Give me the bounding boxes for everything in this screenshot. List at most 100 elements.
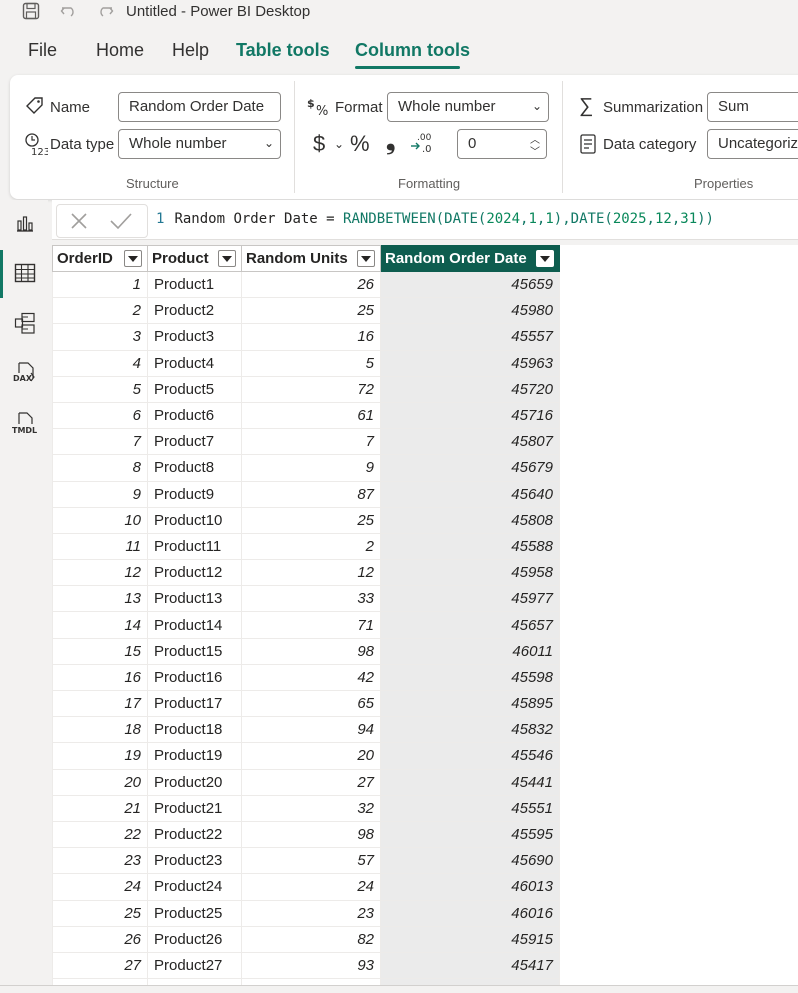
cell-orderid[interactable]: 21	[52, 794, 148, 822]
cell-random-units[interactable]: 23	[241, 899, 381, 927]
cell-random-units[interactable]: 72	[241, 375, 381, 403]
cell-product[interactable]: Product3	[147, 323, 242, 351]
cell-random-units[interactable]: 87	[241, 480, 381, 508]
cell-orderid[interactable]: 7	[52, 428, 148, 456]
save-icon[interactable]	[20, 0, 42, 22]
format-select[interactable]: Whole number ⌄	[387, 92, 549, 122]
table-row[interactable]: 15 Product15 98 46011	[52, 637, 560, 665]
cell-random-order-date[interactable]: 45720	[380, 375, 560, 403]
table-row[interactable]: 22 Product22 98 45595	[52, 820, 560, 849]
cell-orderid[interactable]: 8	[52, 454, 148, 482]
cell-product[interactable]: Product21	[147, 794, 242, 822]
cell-orderid[interactable]: 17	[52, 689, 148, 718]
cell-random-order-date[interactable]: 45980	[380, 297, 560, 325]
cell-orderid[interactable]: 15	[52, 637, 148, 665]
table-row[interactable]: 21 Product21 32 45551	[52, 794, 560, 822]
model-view-icon[interactable]	[12, 310, 38, 336]
filter-dropdown-icon[interactable]	[218, 250, 236, 267]
cell-product[interactable]: Product1	[147, 270, 242, 299]
table-row[interactable]: 9 Product9 87 45640	[52, 480, 560, 508]
table-row[interactable]: 23 Product23 57 45690	[52, 847, 560, 875]
cell-random-units[interactable]: 65	[241, 689, 381, 718]
column-header-product[interactable]: Product	[147, 245, 242, 272]
cell-product[interactable]: Product22	[147, 820, 242, 849]
column-header-random-order-date[interactable]: Random Order Date	[380, 245, 560, 272]
cell-random-units[interactable]: 42	[241, 663, 381, 692]
cell-random-order-date[interactable]: 45807	[380, 428, 560, 456]
cell-random-units[interactable]: 24	[241, 873, 381, 901]
cell-random-units[interactable]: 27	[241, 768, 381, 796]
table-row[interactable]: 5 Product5 72 45720	[52, 375, 560, 403]
cell-random-order-date[interactable]: 45659	[380, 270, 560, 299]
cell-random-units[interactable]: 26	[241, 270, 381, 299]
filter-dropdown-icon[interactable]	[357, 250, 375, 267]
cell-product[interactable]: Product14	[147, 611, 242, 639]
cell-product[interactable]: Product20	[147, 768, 242, 796]
cell-random-order-date[interactable]: 45441	[380, 768, 560, 796]
cell-product[interactable]: Product8	[147, 454, 242, 482]
cell-random-units[interactable]: 32	[241, 794, 381, 822]
cell-random-order-date[interactable]: 45690	[380, 847, 560, 875]
table-row[interactable]: 25 Product25 23 46016	[52, 899, 560, 927]
filter-dropdown-icon[interactable]	[124, 250, 142, 267]
column-header-orderid[interactable]: OrderID	[52, 245, 148, 272]
table-row[interactable]: 11 Product11 2 45588	[52, 532, 560, 561]
cell-random-units[interactable]: 16	[241, 323, 381, 351]
cell-orderid[interactable]: 13	[52, 585, 148, 613]
table-row[interactable]: 2 Product2 25 45980	[52, 297, 560, 325]
cell-orderid[interactable]: 10	[52, 506, 148, 534]
cell-orderid[interactable]: 19	[52, 742, 148, 770]
cell-product[interactable]: Product11	[147, 532, 242, 561]
comma-button[interactable]: ❟	[386, 128, 395, 156]
summarization-select[interactable]: Sum	[707, 92, 798, 122]
cell-random-units[interactable]: 71	[241, 611, 381, 639]
cell-product[interactable]: Product15	[147, 637, 242, 665]
table-row[interactable]: 26 Product26 82 45915	[52, 925, 560, 953]
cell-random-units[interactable]: 98	[241, 820, 381, 849]
cell-random-order-date[interactable]: 45640	[380, 480, 560, 508]
cell-random-order-date[interactable]: 45595	[380, 820, 560, 849]
tab-table-tools[interactable]: Table tools	[236, 40, 330, 61]
cell-product[interactable]: Product9	[147, 480, 242, 508]
undo-icon[interactable]	[58, 0, 80, 22]
cell-random-units[interactable]: 33	[241, 585, 381, 613]
cancel-icon[interactable]	[69, 211, 89, 236]
table-row[interactable]: 4 Product4 5 45963	[52, 349, 560, 377]
cell-product[interactable]: Product25	[147, 899, 242, 927]
name-input[interactable]: Random Order Date	[118, 92, 281, 122]
cell-random-order-date[interactable]: 45657	[380, 611, 560, 639]
table-row[interactable]: 10 Product10 25 45808	[52, 506, 560, 534]
cell-product[interactable]: Product23	[147, 847, 242, 875]
cell-product[interactable]: Product13	[147, 585, 242, 613]
table-row[interactable]: 3 Product3 16 45557	[52, 323, 560, 351]
table-row[interactable]: 17 Product17 65 45895	[52, 689, 560, 718]
cell-product[interactable]: Product16	[147, 663, 242, 692]
table-row[interactable]: 13 Product13 33 45977	[52, 585, 560, 613]
cell-orderid[interactable]: 22	[52, 820, 148, 849]
table-row[interactable]: 14 Product14 71 45657	[52, 611, 560, 639]
cell-random-order-date[interactable]: 45958	[380, 559, 560, 587]
data-type-select[interactable]: Whole number ⌄	[118, 129, 281, 159]
data-category-select[interactable]: Uncategorized	[707, 129, 798, 159]
cell-product[interactable]: Product24	[147, 873, 242, 901]
cell-product[interactable]: Product6	[147, 401, 242, 430]
cell-orderid[interactable]: 26	[52, 925, 148, 953]
commit-icon[interactable]	[109, 211, 133, 236]
table-row[interactable]: 8 Product8 9 45679	[52, 454, 560, 482]
table-row[interactable]: 24 Product24 24 46013	[52, 873, 560, 901]
cell-random-order-date[interactable]: 45832	[380, 716, 560, 744]
cell-random-units[interactable]: 12	[241, 559, 381, 587]
table-row[interactable]: 20 Product20 27 45441	[52, 768, 560, 796]
tmdl-view-icon[interactable]: TMDL	[12, 410, 38, 440]
cell-orderid[interactable]: 14	[52, 611, 148, 639]
formula-editor[interactable]: 1 Random Order Date = RANDBETWEEN(DATE(20…	[156, 211, 714, 227]
cell-random-units[interactable]: 2	[241, 532, 381, 561]
cell-product[interactable]: Product10	[147, 506, 242, 534]
cell-random-units[interactable]: 61	[241, 401, 381, 430]
cell-random-units[interactable]: 25	[241, 297, 381, 325]
cell-random-order-date[interactable]: 45977	[380, 585, 560, 613]
cell-product[interactable]: Product17	[147, 689, 242, 718]
cell-random-units[interactable]: 7	[241, 428, 381, 456]
cell-orderid[interactable]: 5	[52, 375, 148, 403]
cell-orderid[interactable]: 4	[52, 349, 148, 377]
